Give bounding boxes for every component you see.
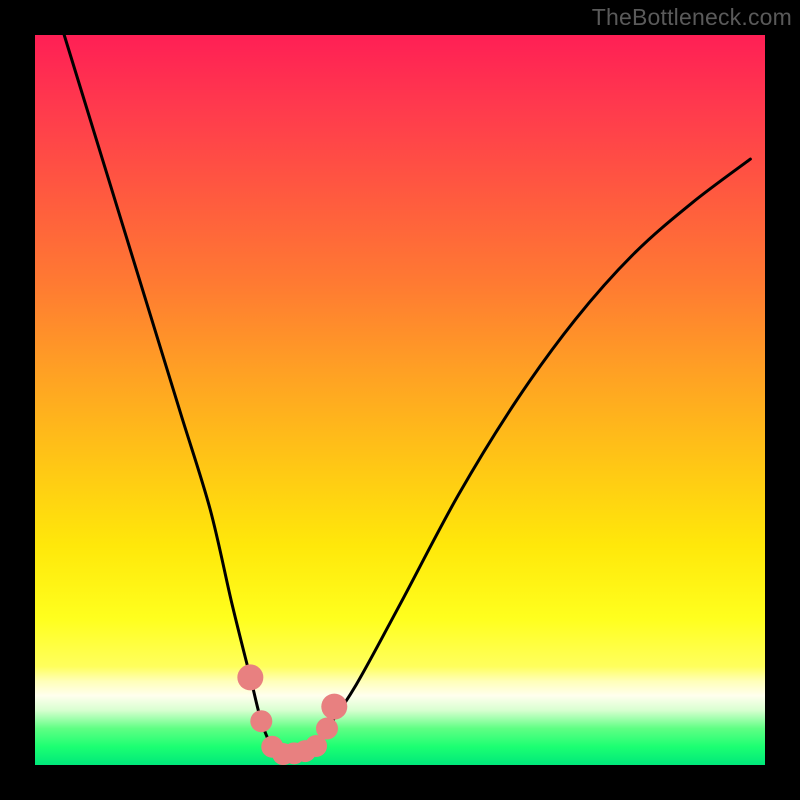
chart-canvas: TheBottleneck.com	[0, 0, 800, 800]
highlight-dot	[321, 694, 347, 720]
highlight-dot	[237, 664, 263, 690]
highlight-dots	[237, 664, 347, 765]
watermark-text: TheBottleneck.com	[592, 4, 792, 31]
highlight-dot	[316, 718, 338, 740]
curve-layer	[35, 35, 765, 765]
highlight-dot	[250, 710, 272, 732]
bottleneck-curve	[64, 35, 750, 754]
plot-area	[35, 35, 765, 765]
